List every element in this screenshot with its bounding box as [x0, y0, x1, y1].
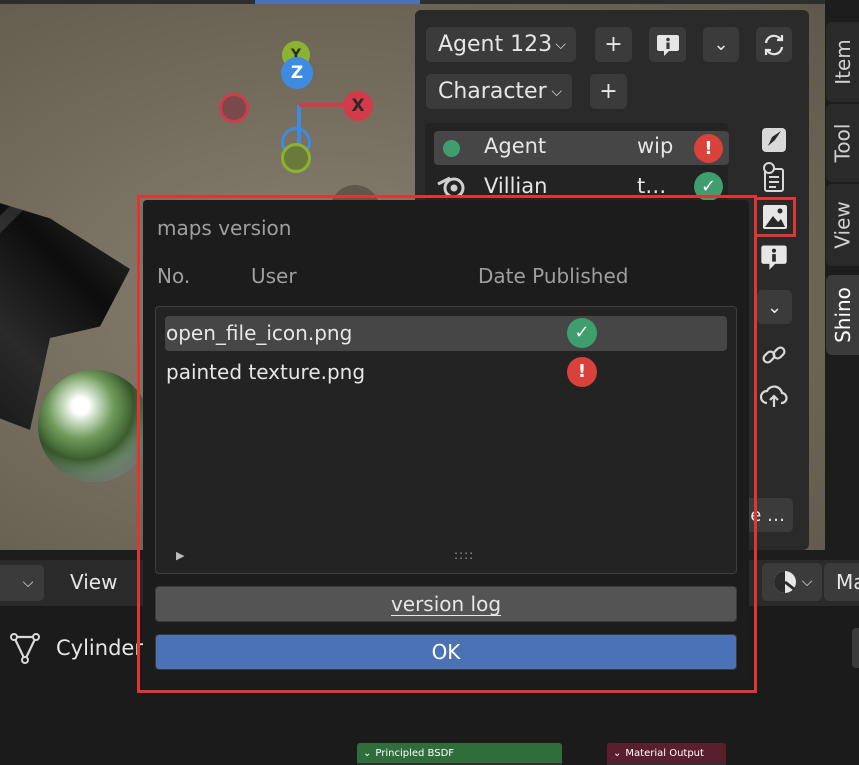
tab-tool-label: Tool: [830, 123, 855, 163]
ok-label: OK: [431, 640, 461, 664]
active-tab-indicator: [255, 0, 420, 4]
expand-menu-button[interactable]: ⌄: [703, 27, 739, 62]
neg-x-axis-handle[interactable]: [219, 93, 249, 123]
node-title: Principled BSDF: [375, 747, 455, 759]
ok-status-icon: ✓: [567, 318, 597, 348]
chevron-down-icon: ⌄: [613, 747, 622, 759]
object-mesh-icon: [10, 632, 40, 666]
file-name: painted texture.png: [166, 360, 366, 384]
add-agent-button[interactable]: +: [595, 27, 632, 62]
chevron-down-icon: ⌄: [363, 747, 372, 759]
refresh-icon: [764, 34, 784, 55]
object-name-label: Cylinder: [56, 636, 143, 660]
tab-item[interactable]: Item: [826, 22, 859, 102]
tab-shino-label: Shino: [830, 287, 855, 343]
error-status-icon: !: [567, 357, 597, 387]
list-item-name: Agent: [484, 134, 547, 158]
tab-view[interactable]: View: [826, 184, 859, 266]
launch-rocket-button[interactable]: [757, 124, 791, 156]
list-item-selected[interactable]: [434, 131, 729, 165]
info-button[interactable]: [649, 27, 686, 62]
list-item-status-text: wip: [637, 134, 674, 158]
image-icon: [763, 205, 787, 229]
column-header-user: User: [251, 264, 297, 288]
upload-cloud-button[interactable]: [757, 378, 791, 412]
refresh-button[interactable]: [756, 27, 792, 62]
maps-version-button[interactable]: [754, 197, 796, 237]
dialog-title: maps version: [157, 216, 292, 240]
info-side-button[interactable]: [757, 240, 791, 274]
tab-tool[interactable]: Tool: [826, 104, 859, 182]
online-status-dot: [443, 140, 460, 157]
tab-shino[interactable]: Shino: [826, 275, 859, 355]
tab-view-label: View: [830, 201, 855, 249]
node-title: Material Output: [625, 747, 704, 759]
expand-triangle-icon[interactable]: ▶: [176, 549, 184, 562]
chevron-down-icon: ⌵: [22, 575, 34, 591]
link-button[interactable]: [757, 338, 791, 372]
column-header-date: Date Published: [478, 264, 629, 288]
hdri-preview-sphere[interactable]: [38, 370, 150, 482]
info-speech-icon: [761, 245, 787, 270]
chevron-down-icon: ⌄: [766, 296, 783, 318]
shading-mode-dropdown[interactable]: ⌵: [762, 563, 822, 601]
chevron-down-icon: ⌵: [555, 36, 566, 53]
resize-grip-handle[interactable]: ::::: [454, 548, 474, 562]
view-menu[interactable]: View: [70, 570, 117, 594]
rocket-icon: [762, 128, 786, 152]
info-speech-icon: [656, 34, 679, 56]
material-dropdown[interactable]: Ma: [824, 563, 859, 601]
error-status-icon: !: [694, 134, 723, 163]
chevron-down-icon: ⌵: [551, 83, 562, 100]
type-dropdown[interactable]: Character ⌵: [426, 74, 572, 109]
side-dropdown-button[interactable]: ⌄: [757, 290, 792, 324]
link-icon: [762, 346, 786, 364]
ok-button[interactable]: OK: [155, 634, 737, 670]
version-log-label: version log: [390, 592, 502, 616]
x-axis-handle[interactable]: X: [343, 91, 373, 121]
tab-item-label: Item: [830, 39, 855, 85]
plus-icon: +: [604, 32, 623, 57]
column-header-no: No.: [157, 264, 191, 288]
file-name: open_file_icon.png: [166, 321, 353, 345]
neg-y-axis-handle[interactable]: [281, 143, 311, 173]
side-panel-toggle[interactable]: [852, 628, 859, 668]
agent-dropdown[interactable]: Agent 123 ⌵: [426, 27, 576, 62]
node-principled-bsdf[interactable]: ⌄ Principled BSDF: [357, 743, 562, 763]
plus-icon: +: [599, 79, 618, 104]
node-material-output[interactable]: ⌄ Material Output: [607, 743, 726, 763]
chevron-down-icon: ⌵: [801, 574, 813, 590]
version-log-button[interactable]: version log: [155, 586, 737, 622]
z-axis-handle[interactable]: Z: [281, 57, 313, 89]
add-type-button[interactable]: +: [590, 74, 627, 109]
shading-sphere-icon: [773, 571, 796, 593]
clipboard-clock-icon: [763, 162, 784, 192]
editor-type-dropdown[interactable]: ⌵: [0, 565, 44, 601]
history-log-button[interactable]: [757, 160, 791, 194]
type-dropdown-label: Character: [438, 79, 547, 104]
cloud-upload-icon: [759, 385, 788, 407]
agent-dropdown-label: Agent 123: [438, 32, 553, 57]
chevron-down-icon: ⌄: [713, 34, 729, 55]
